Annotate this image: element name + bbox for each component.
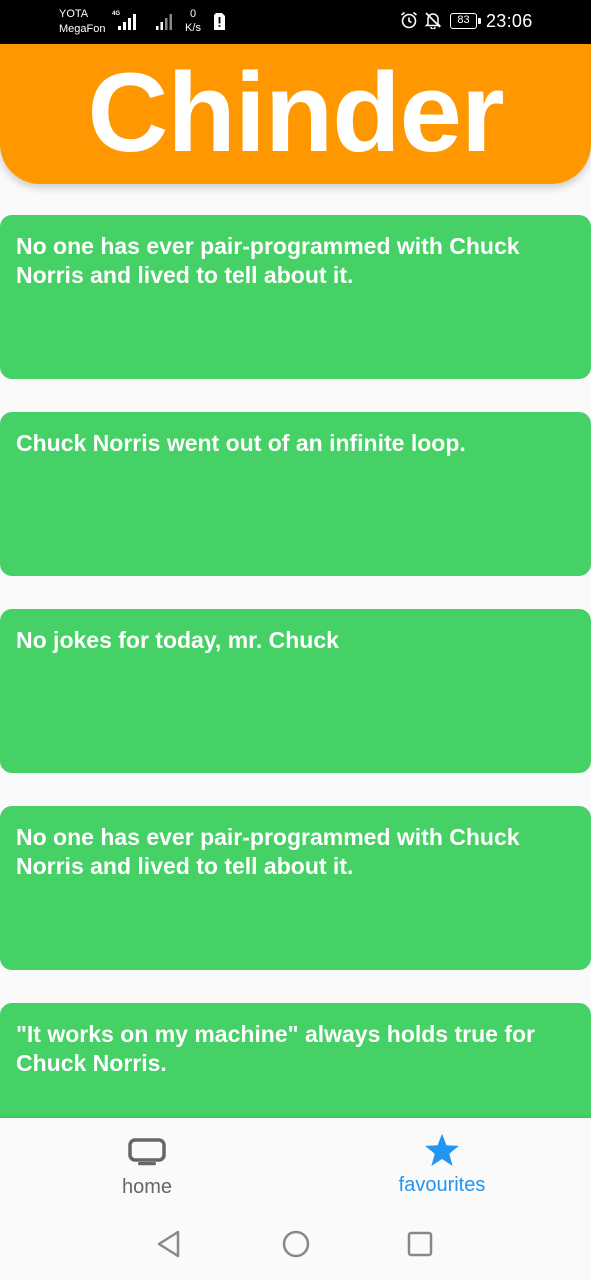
carrier-names: YOTA MegaFon bbox=[59, 7, 105, 37]
joke-card[interactable]: "It works on my machine" always holds tr… bbox=[0, 1003, 591, 1118]
joke-text: No one has ever pair-programmed with Chu… bbox=[16, 233, 520, 288]
alarm-icon bbox=[400, 11, 418, 29]
joke-text: Chuck Norris went out of an infinite loo… bbox=[16, 430, 466, 456]
nav-label-home: home bbox=[121, 1176, 173, 1198]
battery-icon: 83 bbox=[450, 13, 477, 29]
joke-text: "It works on my machine" always holds tr… bbox=[16, 1021, 535, 1076]
battery-tip bbox=[478, 18, 481, 24]
app-title: Chinder bbox=[87, 50, 504, 175]
joke-text: No one has ever pair-programmed with Chu… bbox=[16, 824, 520, 879]
nav-item-home[interactable]: home bbox=[47, 1118, 247, 1210]
home-circle-icon[interactable] bbox=[281, 1229, 311, 1259]
joke-card[interactable]: No one has ever pair-programmed with Chu… bbox=[0, 215, 591, 379]
signal-icon bbox=[118, 14, 136, 30]
carrier-1: YOTA bbox=[59, 8, 89, 20]
star-icon bbox=[425, 1133, 459, 1166]
app-header: Chinder bbox=[0, 44, 591, 184]
bell-off-icon bbox=[424, 12, 442, 29]
status-time: 23:06 bbox=[486, 11, 533, 31]
recents-icon[interactable] bbox=[406, 1229, 434, 1259]
joke-card[interactable]: Chuck Norris went out of an infinite loo… bbox=[0, 412, 591, 576]
joke-card[interactable]: No one has ever pair-programmed with Chu… bbox=[0, 806, 591, 970]
sim-alert-icon bbox=[214, 13, 225, 30]
battery-level: 83 bbox=[457, 14, 470, 26]
carrier-2: MegaFon bbox=[59, 23, 106, 35]
joke-card[interactable]: No jokes for today, mr. Chuck bbox=[0, 609, 591, 773]
back-icon[interactable] bbox=[156, 1229, 182, 1259]
nav-label-favourites: favourites bbox=[398, 1174, 486, 1196]
speed-value: 0 bbox=[189, 8, 197, 20]
joke-text: No jokes for today, mr. Chuck bbox=[16, 627, 339, 653]
bottom-navigation: home favourites bbox=[0, 1118, 591, 1210]
speed-unit: K/s bbox=[185, 22, 201, 34]
tv-icon bbox=[128, 1138, 166, 1166]
signal-icon-2 bbox=[156, 14, 172, 30]
status-bar: YOTA MegaFon 4G 0 K/s 83 23:06 bbox=[0, 0, 591, 44]
joke-list[interactable]: No one has ever pair-programmed with Chu… bbox=[0, 184, 591, 1118]
system-navigation-bar bbox=[0, 1210, 591, 1280]
nav-item-favourites[interactable]: favourites bbox=[342, 1118, 542, 1210]
network-speed: 0 K/s bbox=[182, 7, 204, 35]
